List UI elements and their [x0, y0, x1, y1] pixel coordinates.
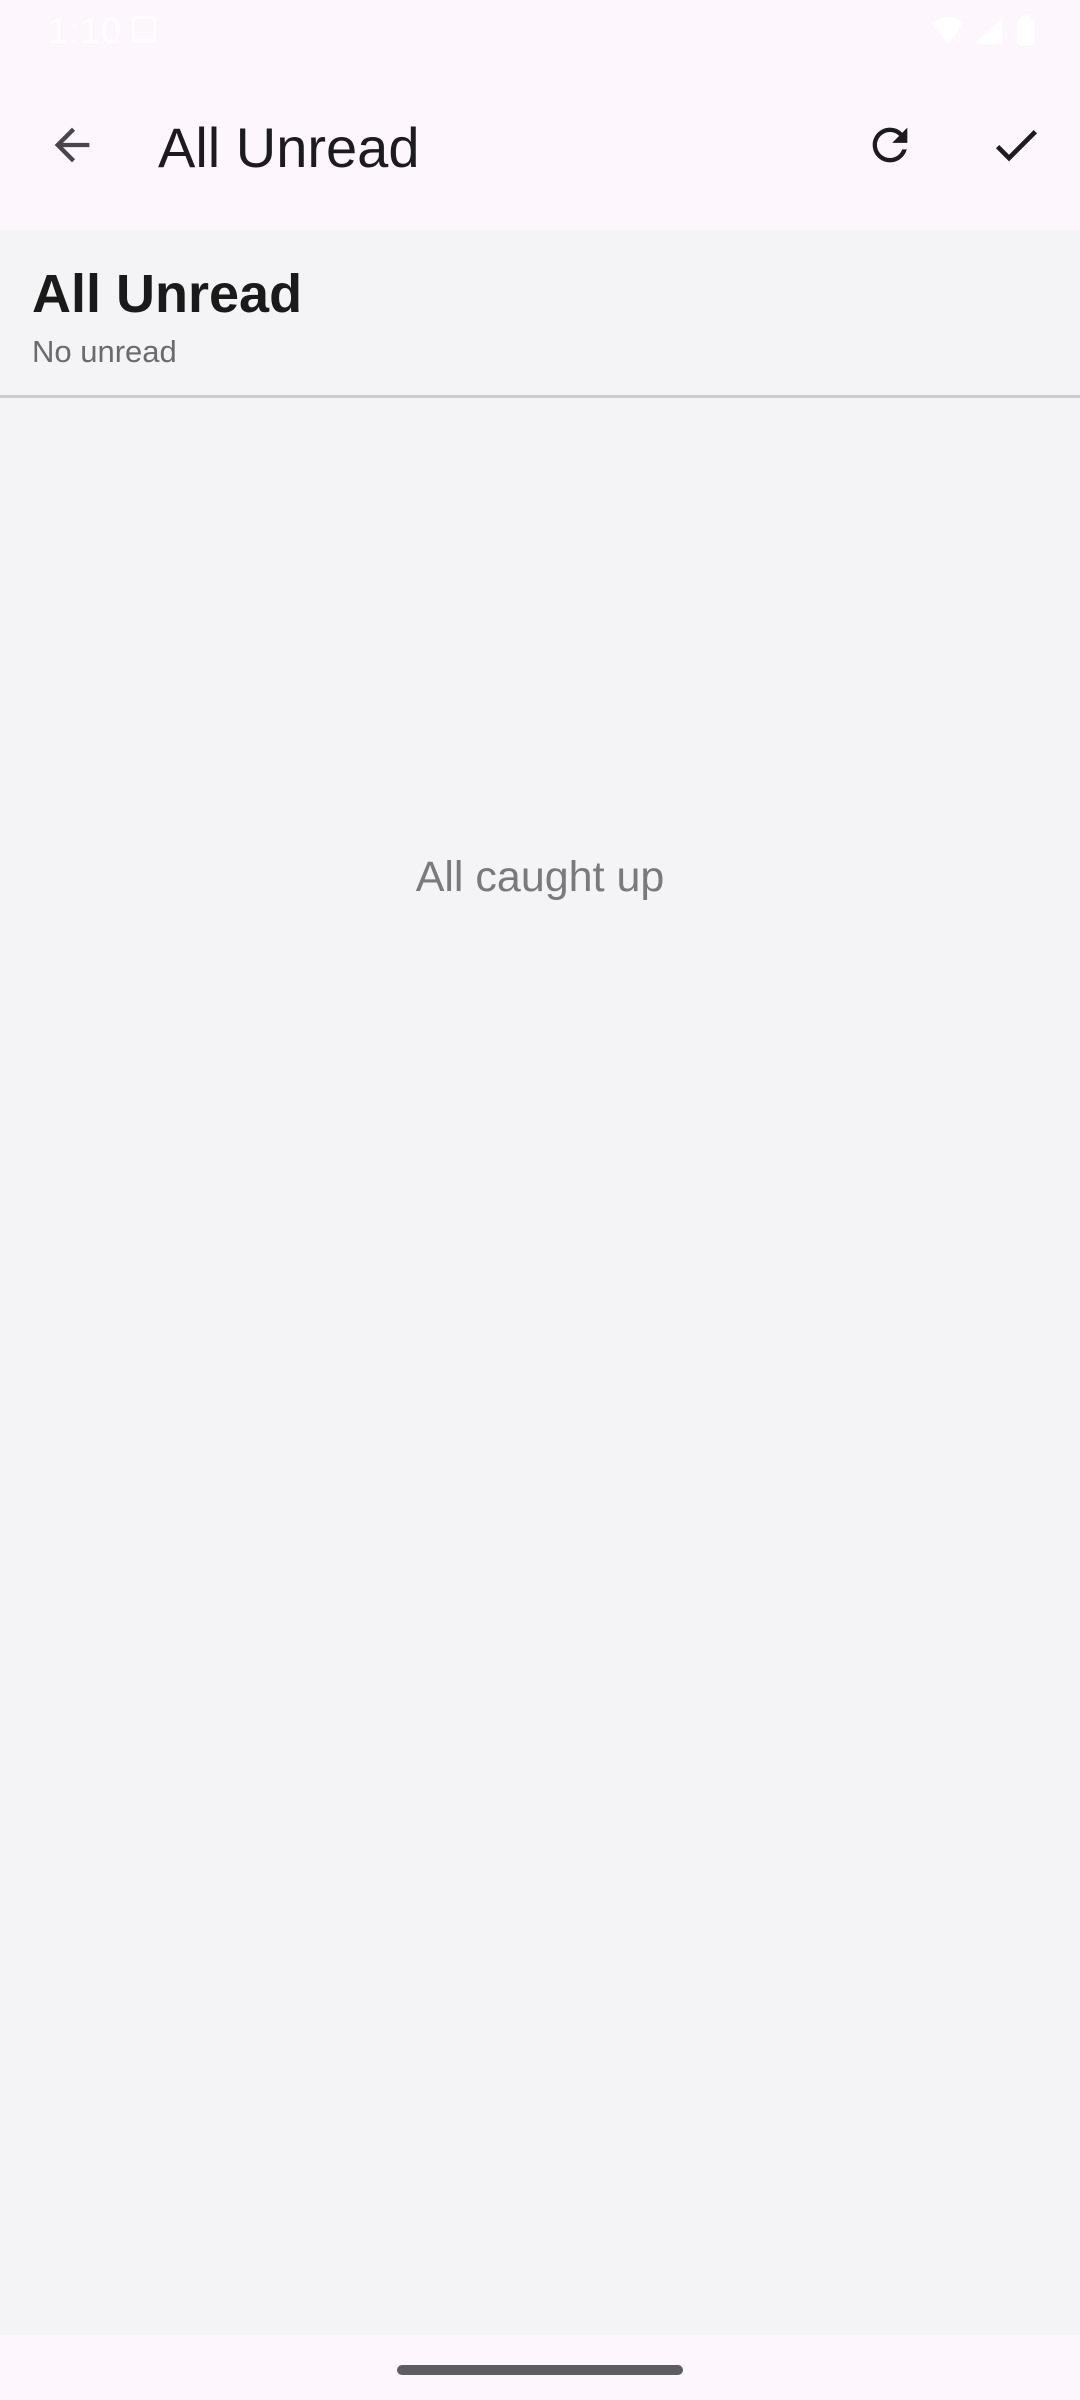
battery-icon — [1018, 19, 1034, 45]
back-button[interactable] — [24, 97, 120, 193]
refresh-button[interactable] — [842, 97, 938, 193]
arrow-back-icon — [54, 127, 90, 163]
empty-state-message: All caught up — [415, 853, 665, 901]
screen-notification-icon — [132, 16, 156, 42]
status-icons — [932, 15, 1034, 45]
status-bar: 1:10 — [0, 0, 1080, 60]
navigation-bar — [0, 2335, 1080, 2400]
gesture-handle[interactable] — [397, 2365, 683, 2375]
check-icon — [995, 130, 1037, 162]
unread-count-label: No unread — [32, 334, 177, 369]
status-time: 1:10 — [48, 10, 123, 51]
signal-icon — [974, 18, 1002, 44]
refresh-icon — [872, 127, 908, 163]
mark-all-read-button[interactable] — [968, 97, 1064, 193]
wifi-icon — [932, 17, 964, 44]
app-bar-title: All Unread — [158, 116, 420, 179]
top-app-bar: All Unread — [0, 60, 1080, 230]
feed-header: All Unread No unread — [0, 230, 1080, 398]
feed-title: All Unread — [32, 264, 303, 324]
